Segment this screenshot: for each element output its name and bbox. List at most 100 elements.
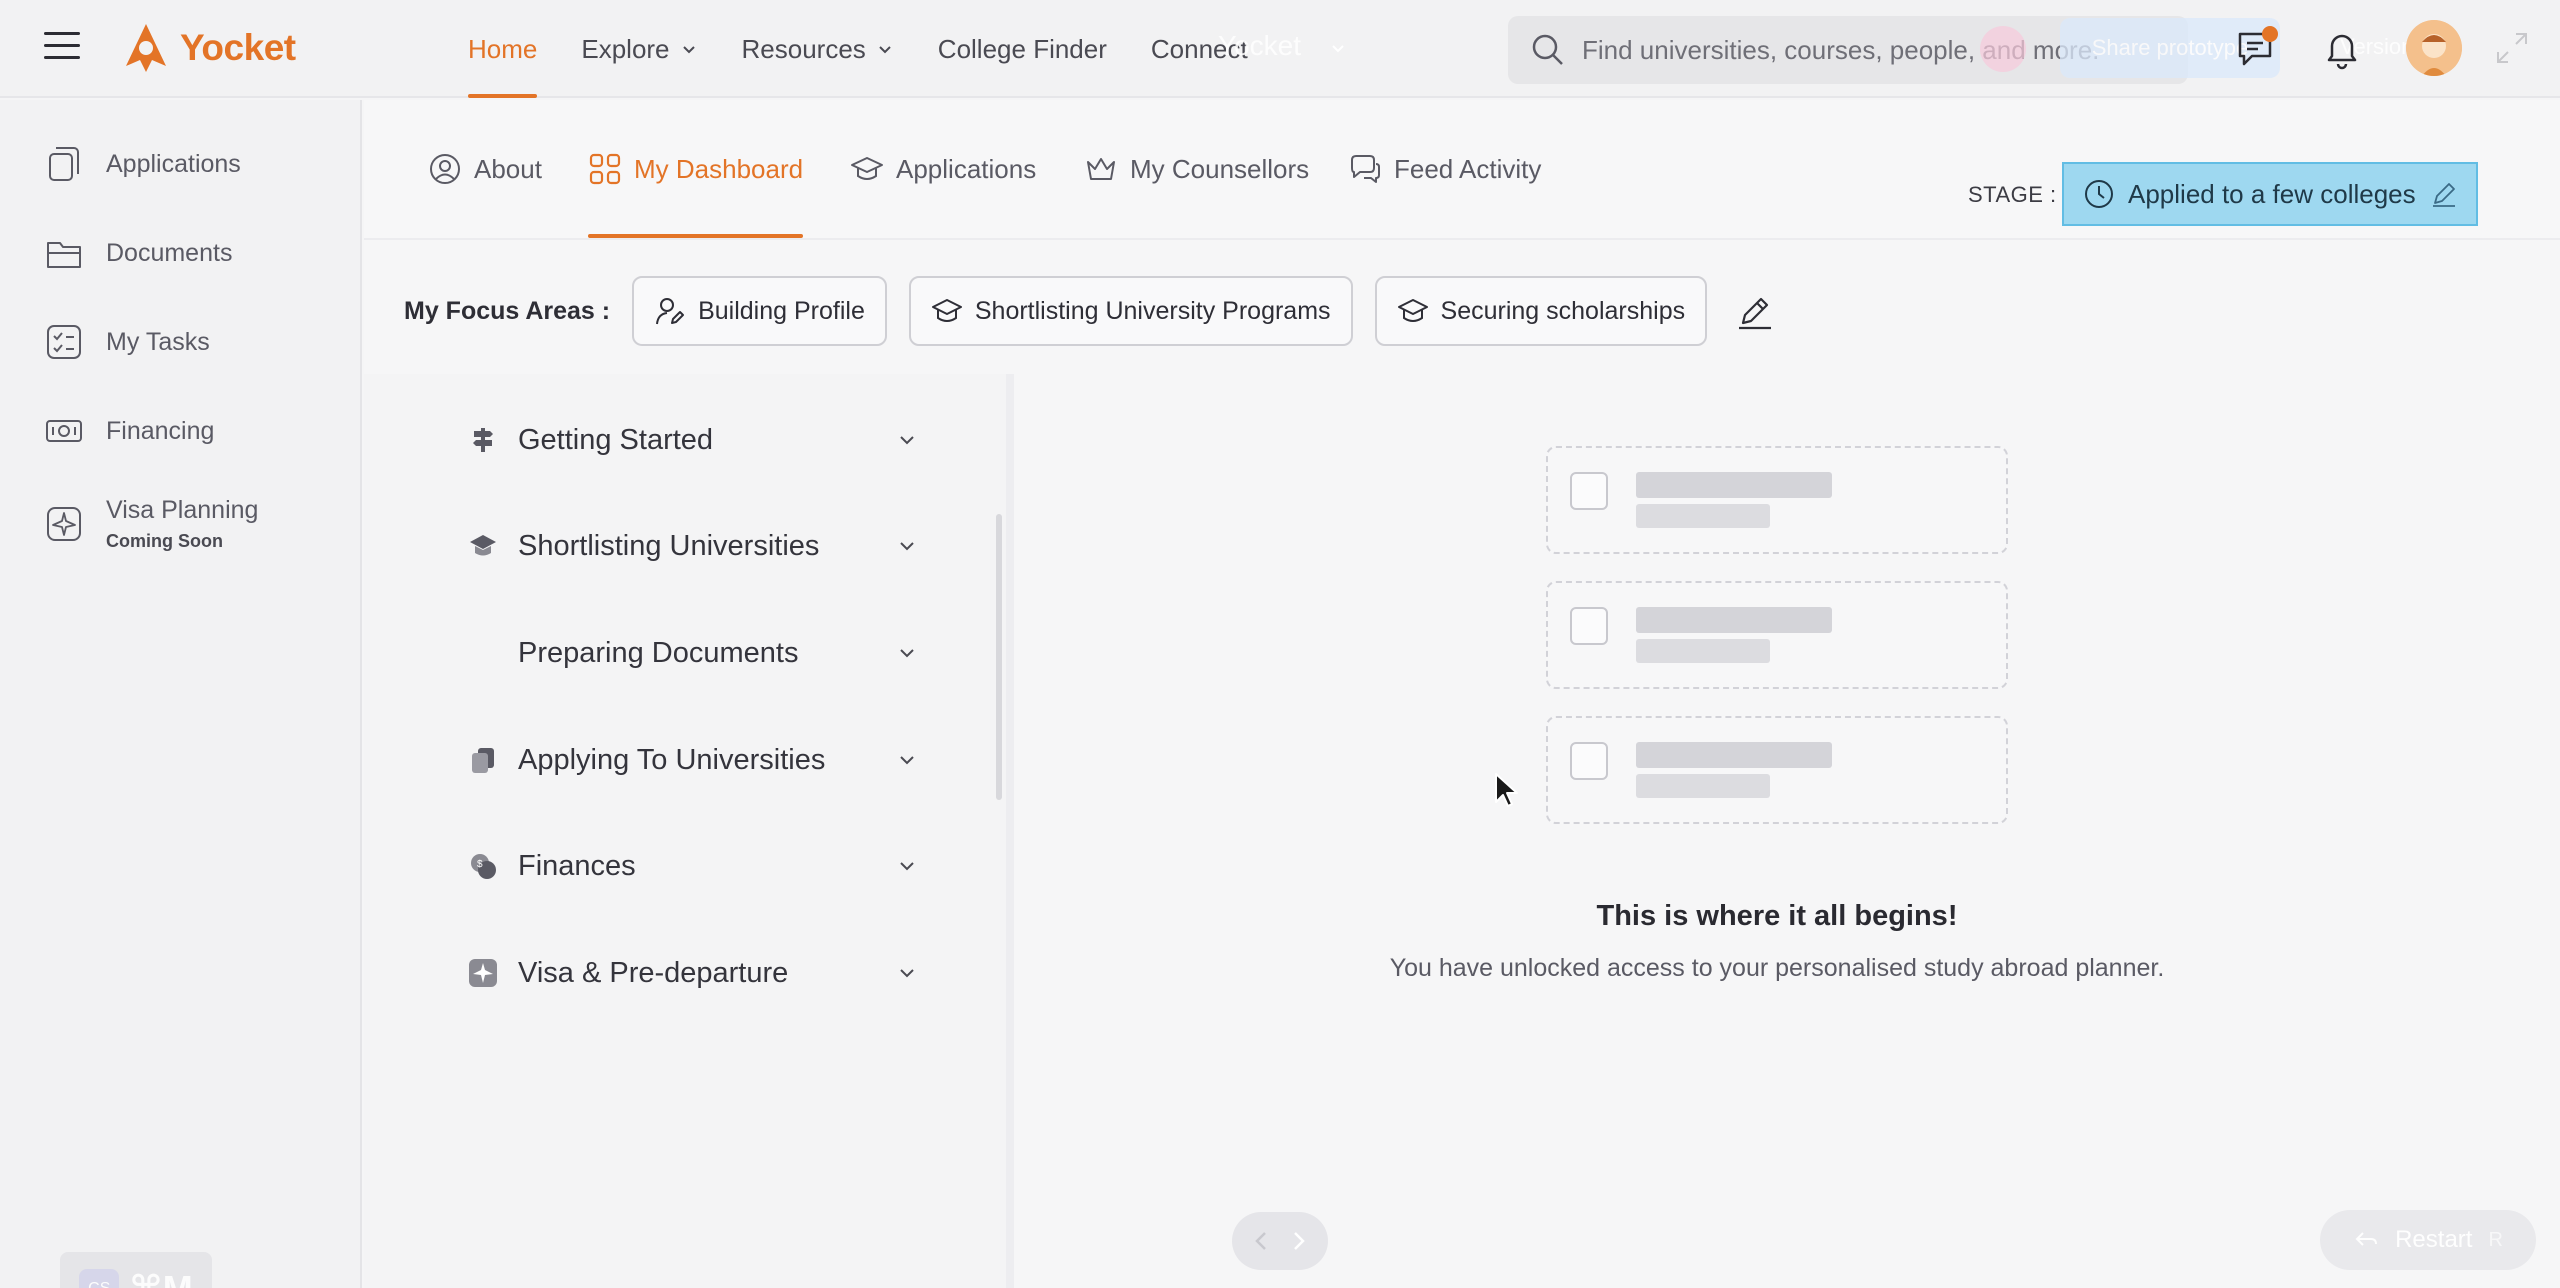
nav-explore[interactable]: Explore	[581, 0, 697, 98]
section-getting-started[interactable]: Getting Started	[468, 410, 918, 470]
chevron-down-icon	[900, 542, 914, 551]
restart-label: Restart	[2395, 1226, 2473, 1253]
focus-chip-building-profile[interactable]: Building Profile	[632, 276, 887, 346]
menu-icon[interactable]	[44, 32, 80, 64]
user-edit-icon	[656, 298, 685, 325]
user-avatar[interactable]	[2406, 20, 2462, 76]
chip-label: Building Profile	[698, 296, 865, 325]
airplane-icon	[469, 959, 497, 987]
coins-icon: $	[471, 854, 496, 879]
placeholder-checkbox[interactable]	[1570, 607, 1608, 645]
restart-shortcut-key: R	[2488, 1228, 2503, 1251]
chevron-down-icon	[900, 756, 914, 765]
graduation-cap-icon	[1397, 299, 1428, 322]
signpost-icon	[473, 428, 493, 452]
graduation-cap-icon	[851, 157, 883, 180]
section-preparing-documents[interactable]: Preparing Documents	[468, 623, 918, 683]
tab-label: Feed Activity	[1394, 154, 1542, 184]
main-nav: Home Explore Resources College Finder Co…	[468, 0, 1292, 98]
main-content: About My Dashboard Applications My Couns…	[364, 100, 2560, 1288]
clock-icon	[2085, 180, 2113, 208]
placeholder-checkbox[interactable]	[1570, 742, 1608, 780]
previous-arrow-icon[interactable]	[1248, 1227, 1276, 1255]
documents-icon	[47, 242, 81, 268]
nav-explore-label: Explore	[581, 33, 670, 64]
user-circle-icon	[430, 154, 460, 184]
sidebar-item-my-tasks[interactable]: My Tasks	[44, 322, 210, 362]
placeholder-task-card	[1546, 716, 2008, 824]
section-label: Getting Started	[518, 423, 714, 456]
skeleton-line	[1636, 607, 1832, 633]
restart-arrow-icon	[2355, 1232, 2378, 1246]
section-finances[interactable]: $ Finances	[468, 836, 918, 896]
search-input[interactable]	[1582, 34, 2142, 66]
avatar-illustration-icon	[2406, 20, 2462, 76]
section-label: Visa & Pre-departure	[518, 956, 789, 989]
scrollbar[interactable]	[996, 514, 1002, 800]
notification-dot	[2262, 26, 2278, 42]
placeholder-task-card	[1546, 581, 2008, 689]
edit-focus-areas-icon[interactable]	[1735, 291, 1775, 331]
skeleton-line	[1636, 639, 1770, 663]
next-arrow-icon[interactable]	[1284, 1227, 1312, 1255]
stage-label: STAGE :	[1968, 182, 2057, 207]
coming-soon-label: Coming Soon	[106, 531, 223, 551]
focus-chip-scholarships[interactable]: Securing scholarships	[1374, 276, 1708, 346]
dashboard-grid-icon	[589, 153, 621, 185]
restart-button[interactable]: Restart R	[2320, 1210, 2536, 1270]
chip-label: Securing scholarships	[1440, 296, 1686, 325]
sidebar-item-visa-planning[interactable]: Visa Planning Coming Soon	[44, 496, 258, 552]
ghost-collaborator-avatar	[1980, 26, 2026, 72]
graduation-cap-icon	[931, 299, 962, 322]
tab-label: My Counsellors	[1130, 154, 1310, 184]
empty-state-subtitle: You have unlocked access to your persona…	[1389, 954, 2165, 982]
nav-college-finder-label: College Finder	[937, 33, 1107, 64]
sidebar-item-label: Financing	[106, 416, 215, 445]
notifications-button[interactable]	[2318, 24, 2366, 72]
section-shortlisting-universities[interactable]: Shortlisting Universities	[468, 516, 918, 576]
sidebar-item-applications[interactable]: Applications	[44, 144, 241, 184]
tab-feed-activity[interactable]: Feed Activity	[1348, 138, 1541, 238]
tab-label: My Dashboard	[634, 154, 804, 184]
tab-my-dashboard[interactable]: My Dashboard	[588, 138, 804, 238]
section-label: Preparing Documents	[518, 636, 799, 669]
tab-my-counsellors[interactable]: My Counsellors	[1084, 138, 1309, 238]
nav-resources[interactable]: Resources	[742, 0, 894, 98]
logo[interactable]: Yocket	[122, 22, 296, 74]
section-label: Shortlisting Universities	[518, 529, 820, 562]
financing-icon	[46, 420, 82, 442]
section-label: Applying To Universities	[518, 743, 826, 776]
stage-selector[interactable]: Applied to a few colleges	[2062, 162, 2478, 226]
chat-bubbles-icon	[1351, 155, 1380, 183]
applications-icon	[49, 147, 79, 181]
chat-button[interactable]	[2232, 24, 2280, 72]
logo-text: Yocket	[180, 27, 296, 68]
expand-icon[interactable]	[2494, 30, 2530, 66]
tasks-icon	[47, 325, 81, 359]
nav-college-finder[interactable]: College Finder	[938, 0, 1107, 98]
pencil-icon[interactable]	[2430, 180, 2458, 208]
tab-about[interactable]: About	[428, 138, 542, 238]
tab-applications[interactable]: Applications	[850, 138, 1036, 238]
placeholder-task-card	[1546, 446, 2008, 554]
skeleton-line	[1636, 504, 1770, 528]
nav-home-label: Home	[468, 33, 538, 64]
column-divider	[1006, 374, 1014, 1288]
focus-chip-shortlisting[interactable]: Shortlisting University Programs	[908, 276, 1353, 346]
focus-areas-label: My Focus Areas :	[404, 296, 611, 325]
shortcut-badge[interactable]: CS ⌘M	[60, 1252, 212, 1288]
placeholder-checkbox[interactable]	[1570, 472, 1608, 510]
section-visa-predeparture[interactable]: Visa & Pre-departure	[468, 943, 918, 1003]
sidebar-item-label: My Tasks	[106, 327, 210, 356]
chevron-down-icon	[682, 46, 695, 54]
sidebar-item-documents[interactable]: Documents	[44, 233, 232, 273]
chevron-down-icon	[900, 969, 914, 978]
copy-documents-icon	[472, 748, 494, 773]
section-applying-to-universities[interactable]: Applying To Universities	[468, 730, 918, 790]
skeleton-line	[1636, 472, 1832, 498]
sidebar-item-financing[interactable]: Financing	[44, 411, 214, 451]
skeleton-line	[1636, 742, 1832, 768]
nav-home[interactable]: Home	[468, 0, 538, 98]
sidebar-item-label: Documents	[106, 238, 233, 267]
university-icon	[470, 535, 496, 556]
